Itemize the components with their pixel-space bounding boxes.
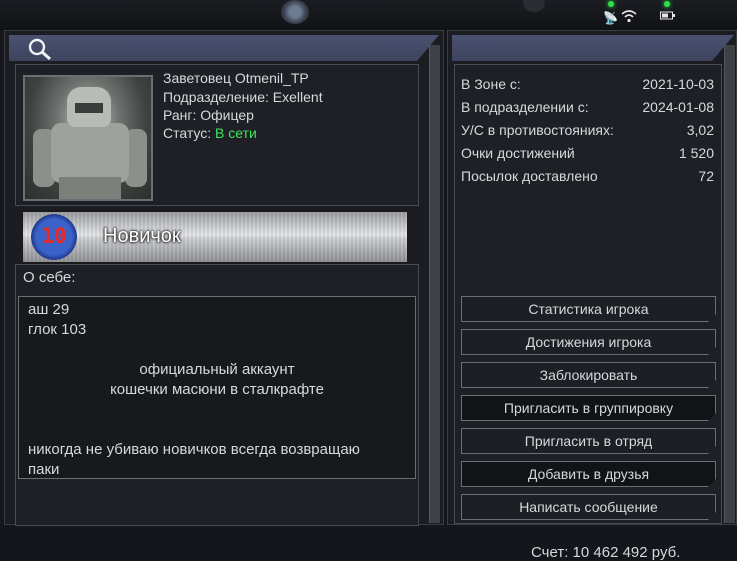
about-line: аш 29 (28, 301, 70, 318)
about-text-box: аш 29 глок 103 официальный аккаунт кошеч… (18, 296, 416, 479)
status-badge: В сети (215, 125, 257, 141)
stat-label: В Зоне с: (461, 76, 521, 92)
about-line: глок 103 (28, 321, 87, 338)
stat-label: Очки достижений (461, 145, 575, 161)
stat-label: В подразделении с: (461, 99, 589, 115)
about-line: паки (28, 461, 60, 478)
indicator-dot (523, 0, 545, 12)
wifi-icon (621, 10, 637, 23)
status-label: Статус: (163, 125, 212, 141)
player-division: Подразделение: Exellent (163, 89, 323, 105)
battery-icon (660, 11, 675, 20)
profile-scrollbar[interactable] (429, 45, 440, 523)
stat-label: У/С в противостояниях: (461, 122, 614, 138)
stat-row: Посылок доставлено 72 (461, 168, 714, 184)
invite-faction-button[interactable]: Пригласить в группировку (461, 395, 716, 421)
send-message-button[interactable]: Написать сообщение (461, 494, 716, 520)
top-bar: 📡 (0, 0, 737, 30)
player-achievements-button[interactable]: Достижения игрока (461, 329, 716, 355)
stat-row: У/С в противостояниях: 3,02 (461, 122, 714, 138)
stat-value: 1 520 (678, 145, 714, 161)
rank-banner: 10 Новичок (21, 210, 409, 264)
account-balance: Счет: 10 462 492 руб. (531, 544, 681, 561)
menu-orb-icon[interactable] (281, 0, 309, 24)
player-name: Заветовец Otmenil_TP (163, 70, 309, 86)
add-friend-button[interactable]: Добавить в друзья (461, 461, 716, 487)
stat-label: Посылок доставлено (461, 168, 598, 184)
stats-panel-header (452, 35, 734, 61)
stat-value: 72 (698, 168, 714, 184)
search-icon[interactable] (27, 37, 53, 61)
led-indicator-icon (664, 1, 670, 7)
stat-value: 3,02 (686, 122, 714, 138)
rank-title: Новичок (103, 225, 181, 247)
invite-squad-button[interactable]: Пригласить в отряд (461, 428, 716, 454)
about-line: никогда не убиваю новичков всегда возвра… (28, 441, 360, 458)
player-rank: Ранг: Офицер (163, 107, 254, 123)
about-label: О себе: (23, 269, 76, 286)
profile-panel-header (9, 35, 439, 61)
stat-row: В подразделении с: 2024-01-08 (461, 99, 714, 115)
avatar (23, 75, 153, 201)
stats-scrollbar[interactable] (724, 45, 735, 523)
rank-number: 10 (41, 224, 67, 248)
stat-value: 2021-10-03 (642, 76, 714, 92)
player-stats-button[interactable]: Статистика игрока (461, 296, 716, 322)
player-status: Статус: В сети (163, 125, 257, 141)
block-button[interactable]: Заблокировать (461, 362, 716, 388)
led-indicator-icon (608, 1, 614, 7)
stat-row: В Зоне с: 2021-10-03 (461, 76, 714, 92)
stat-value: 2024-01-08 (642, 99, 714, 115)
antenna-icon: 📡 (603, 11, 618, 25)
stat-row: Очки достижений 1 520 (461, 145, 714, 161)
about-line: официальный аккаунт (139, 361, 295, 378)
about-line: кошечки масюни в сталкрафте (110, 381, 324, 398)
